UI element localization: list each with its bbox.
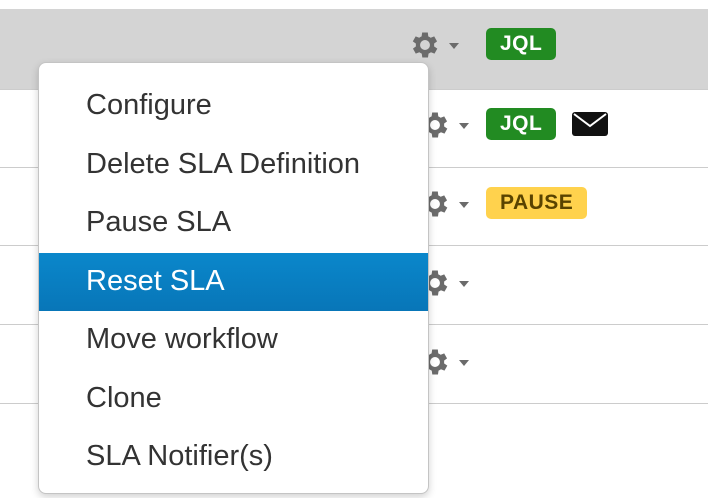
jql-badge: JQL — [486, 108, 557, 140]
sla-actions-menu: Configure Delete SLA Definition Pause SL… — [38, 62, 429, 494]
chevron-down-icon — [459, 202, 469, 208]
menu-item-clone[interactable]: Clone — [39, 370, 428, 429]
menu-item-reset-sla[interactable]: Reset SLA — [39, 252, 428, 311]
envelope-icon — [572, 112, 608, 136]
menu-item-configure[interactable]: Configure — [39, 77, 428, 136]
row-actions-dropdown[interactable] — [408, 28, 459, 62]
gear-icon — [412, 32, 438, 58]
pause-badge: PAUSE — [486, 187, 588, 219]
menu-item-delete-sla-definition[interactable]: Delete SLA Definition — [39, 136, 428, 195]
chevron-down-icon — [459, 281, 469, 287]
menu-item-pause-sla[interactable]: Pause SLA — [39, 194, 428, 253]
jql-badge: JQL — [486, 28, 557, 60]
chevron-down-icon — [449, 43, 459, 49]
chevron-down-icon — [459, 123, 469, 129]
menu-item-move-workflow[interactable]: Move workflow — [39, 311, 428, 370]
chevron-down-icon — [459, 360, 469, 366]
menu-item-sla-notifiers[interactable]: SLA Notifier(s) — [39, 428, 428, 487]
